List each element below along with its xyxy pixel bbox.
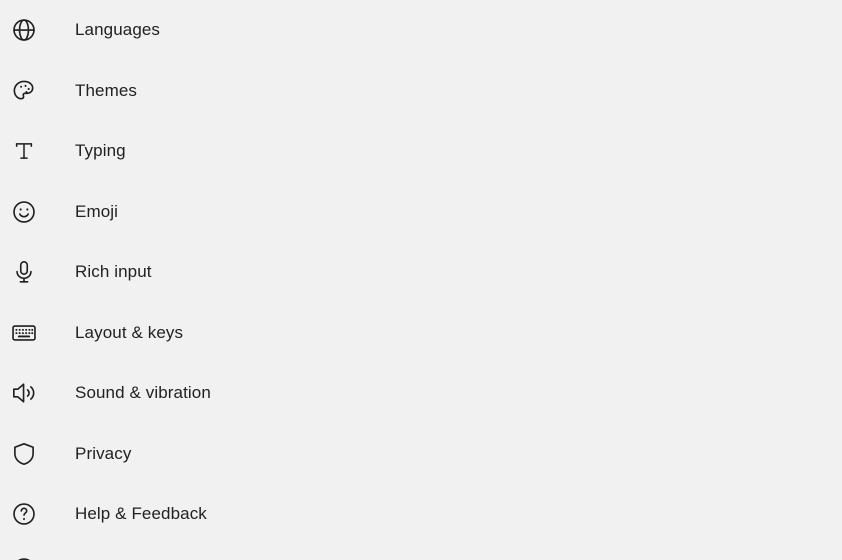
keyboard-icon xyxy=(11,320,37,346)
settings-item-privacy[interactable]: Privacy xyxy=(0,424,842,485)
text-t-icon xyxy=(11,138,37,164)
settings-item-sound-and-vibration[interactable]: Sound & vibration xyxy=(0,363,842,424)
settings-screen: Languages Themes Typing Emoji Rich input… xyxy=(0,0,842,560)
settings-item-help-and-feedback[interactable]: Help & Feedback xyxy=(0,484,842,545)
settings-item-label: Rich input xyxy=(75,262,152,282)
settings-item-label: Privacy xyxy=(75,443,132,463)
settings-item-languages[interactable]: Languages xyxy=(0,0,842,61)
shield-icon xyxy=(11,441,37,467)
globe-icon xyxy=(11,17,37,43)
settings-item-label: Layout & keys xyxy=(75,322,184,342)
settings-item-label: Sound & vibration xyxy=(75,383,211,403)
settings-item-layout-and-keys[interactable]: Layout & keys xyxy=(0,303,842,364)
settings-item-partial-below-fold[interactable] xyxy=(0,545,842,560)
question-mark-circle-icon xyxy=(11,501,37,527)
smiley-face-icon xyxy=(11,199,37,225)
settings-item-emoji[interactable]: Emoji xyxy=(0,182,842,243)
palette-icon xyxy=(11,78,37,104)
settings-item-label: Emoji xyxy=(75,201,119,221)
settings-item-label: Themes xyxy=(75,80,138,100)
settings-item-rich-input[interactable]: Rich input xyxy=(0,242,842,303)
microphone-icon xyxy=(11,259,37,285)
settings-item-label: Help & Feedback xyxy=(75,504,207,524)
settings-item-label: Languages xyxy=(75,20,161,40)
speaker-volume-icon xyxy=(11,380,37,406)
settings-item-typing[interactable]: Typing xyxy=(0,121,842,182)
settings-item-label: Typing xyxy=(75,141,126,161)
settings-item-themes[interactable]: Themes xyxy=(0,61,842,122)
circle-icon xyxy=(11,556,37,560)
settings-list: Languages Themes Typing Emoji Rich input… xyxy=(0,0,842,545)
